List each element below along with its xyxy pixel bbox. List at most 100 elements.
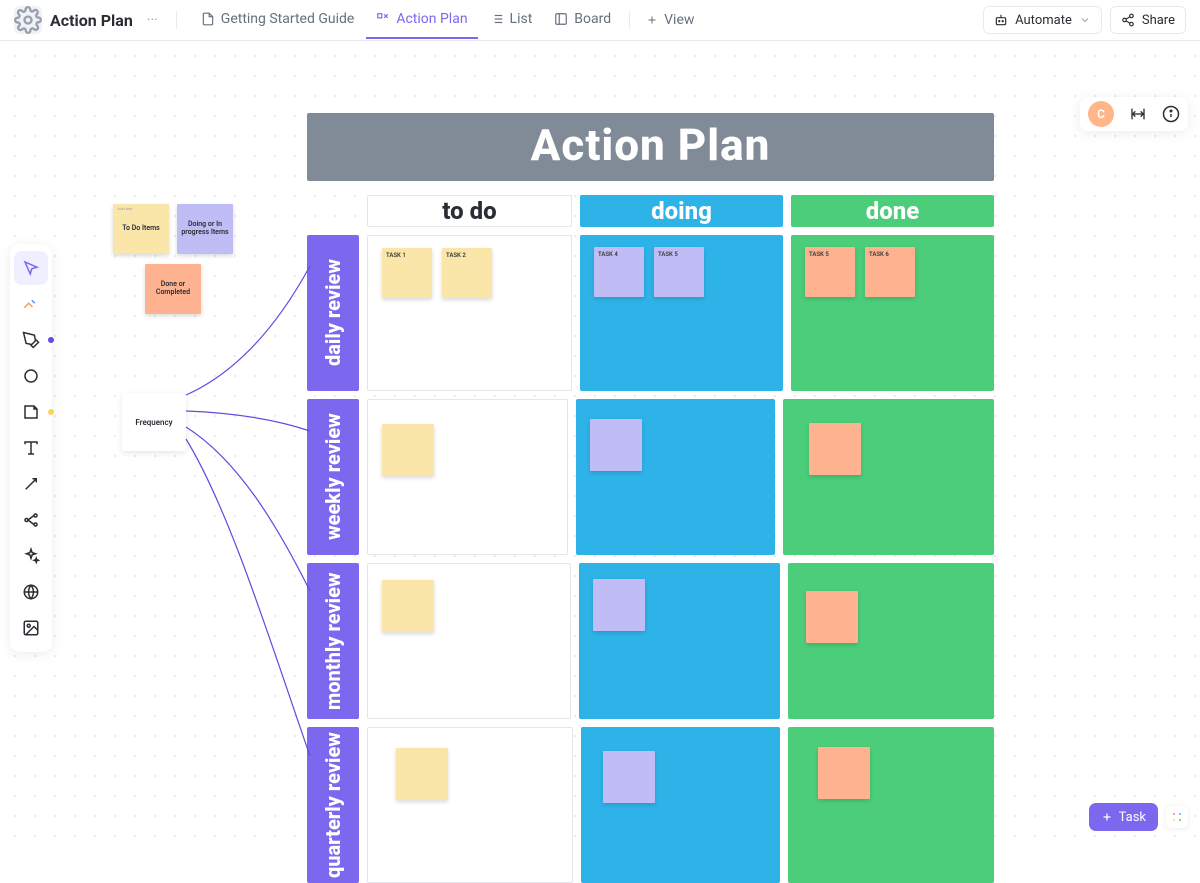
image-tool[interactable] xyxy=(14,611,48,645)
tab-getting-started[interactable]: Getting Started Guide xyxy=(191,1,365,39)
robot-icon xyxy=(994,13,1008,27)
tab-board[interactable]: Board xyxy=(544,1,621,39)
task-note[interactable]: TASK 5 xyxy=(654,247,704,297)
task-note[interactable] xyxy=(818,747,870,799)
cell-daily-doing[interactable]: TASK 4 TASK 5 xyxy=(580,235,783,391)
avatar-initial: C xyxy=(1097,107,1105,121)
color-indicator-icon xyxy=(48,337,54,343)
task-note[interactable] xyxy=(382,424,434,476)
add-view-label: View xyxy=(664,12,694,28)
task-note[interactable] xyxy=(806,591,858,643)
row-monthly: monthly review xyxy=(307,563,994,719)
task-note[interactable]: TASK 6 xyxy=(865,247,915,297)
task-note[interactable] xyxy=(603,751,655,803)
task-note[interactable] xyxy=(809,423,861,475)
plus-icon xyxy=(1101,811,1113,823)
cell-weekly-todo[interactable] xyxy=(367,399,568,555)
tab-label: Board xyxy=(574,11,611,27)
page-title: Action Plan xyxy=(50,11,133,30)
cell-weekly-done[interactable] xyxy=(783,399,994,555)
info-button[interactable] xyxy=(1162,105,1180,123)
new-task-button[interactable]: Task xyxy=(1089,803,1158,831)
legend-note-todo[interactable]: Just text To Do Items xyxy=(113,204,169,254)
task-note[interactable]: TASK 2 xyxy=(442,248,492,298)
pen-tool[interactable] xyxy=(14,323,48,357)
text-tool[interactable] xyxy=(14,431,48,465)
view-tabs: Getting Started Guide Action Plan List B… xyxy=(191,1,703,39)
task-label: TASK 1 xyxy=(386,252,406,259)
frequency-label: Frequency xyxy=(135,418,172,427)
tab-list[interactable]: List xyxy=(480,1,543,39)
cell-monthly-doing[interactable] xyxy=(579,563,781,719)
task-note[interactable] xyxy=(593,579,645,631)
mindmap-tool[interactable] xyxy=(14,503,48,537)
add-view-button[interactable]: View xyxy=(638,12,702,28)
canvas-top-right-controls: C xyxy=(1080,97,1188,131)
cell-quarterly-done[interactable] xyxy=(788,727,994,883)
legend-note-label: Done or Completed xyxy=(149,281,197,296)
ai-tool[interactable] xyxy=(14,539,48,573)
task-note[interactable]: TASK 4 xyxy=(594,247,644,297)
task-label: TASK 5 xyxy=(809,251,829,258)
cell-quarterly-doing[interactable] xyxy=(581,727,779,883)
tab-action-plan[interactable]: Action Plan xyxy=(366,1,477,39)
share-icon xyxy=(1121,13,1135,27)
row-label-daily: daily review xyxy=(307,235,359,391)
select-tool[interactable] xyxy=(14,251,48,285)
tool-sidebar xyxy=(10,244,52,652)
column-header-doing: doing xyxy=(580,195,783,227)
avatar[interactable]: C xyxy=(1088,101,1114,127)
cell-daily-todo[interactable]: TASK 1 TASK 2 xyxy=(367,235,572,391)
connector-tool[interactable] xyxy=(14,467,48,501)
cell-weekly-doing[interactable] xyxy=(576,399,775,555)
legend-note-doing[interactable]: Doing or In progress Items xyxy=(177,204,233,254)
row-daily: daily review TASK 1 TASK 2 TASK 4 TASK 5… xyxy=(307,235,994,391)
web-tool[interactable] xyxy=(14,575,48,609)
legend-note-done[interactable]: Done or Completed xyxy=(145,264,201,314)
task-note[interactable] xyxy=(396,748,448,800)
action-plan-board: Action Plan to do doing done daily revie… xyxy=(307,113,994,883)
whiteboard-icon xyxy=(376,12,390,26)
share-button[interactable]: Share xyxy=(1110,6,1186,34)
row-weekly: weekly review xyxy=(307,399,994,555)
doc-settings-icon[interactable] xyxy=(14,6,42,34)
row-label-monthly: monthly review xyxy=(307,563,359,719)
tab-label: List xyxy=(510,11,533,27)
tab-label: Action Plan xyxy=(396,11,467,27)
apps-button[interactable] xyxy=(1166,806,1188,828)
divider xyxy=(176,11,177,29)
plus-icon xyxy=(646,14,658,26)
cell-monthly-todo[interactable] xyxy=(367,563,571,719)
whiteboard-canvas[interactable]: Just text To Do Items Doing or In progre… xyxy=(0,41,1200,843)
task-note[interactable] xyxy=(590,419,642,471)
cell-quarterly-todo[interactable] xyxy=(367,727,573,883)
shape-tool[interactable] xyxy=(14,359,48,393)
legend-note-label: To Do Items xyxy=(122,225,160,233)
divider xyxy=(629,11,630,29)
task-note[interactable]: TASK 1 xyxy=(382,248,432,298)
document-icon xyxy=(201,12,215,26)
top-bar: Action Plan ··· Getting Started Guide Ac… xyxy=(0,0,1200,41)
chevron-down-icon xyxy=(1079,14,1091,26)
highlight-tool[interactable] xyxy=(14,287,48,321)
row-quarterly: quarterly review xyxy=(307,727,994,883)
more-options-button[interactable]: ··· xyxy=(143,10,162,30)
automate-label: Automate xyxy=(1015,13,1072,28)
frequency-node[interactable]: Frequency xyxy=(122,393,186,451)
cell-daily-done[interactable]: TASK 5 TASK 6 xyxy=(791,235,994,391)
legend-tiny-label: Just text xyxy=(117,207,133,211)
cell-monthly-done[interactable] xyxy=(788,563,994,719)
column-header-todo: to do xyxy=(367,195,572,227)
board-icon xyxy=(554,12,568,26)
row-label-weekly: weekly review xyxy=(307,399,359,555)
task-label: TASK 6 xyxy=(869,251,889,258)
task-label: TASK 2 xyxy=(446,252,466,259)
task-label: TASK 5 xyxy=(658,251,678,258)
sticky-note-tool[interactable] xyxy=(14,395,48,429)
board-title: Action Plan xyxy=(307,113,994,181)
fit-width-button[interactable] xyxy=(1128,106,1148,122)
task-label: TASK 4 xyxy=(598,251,618,258)
task-note[interactable] xyxy=(382,580,434,632)
automate-button[interactable]: Automate xyxy=(983,6,1102,34)
task-note[interactable]: TASK 5 xyxy=(805,247,855,297)
